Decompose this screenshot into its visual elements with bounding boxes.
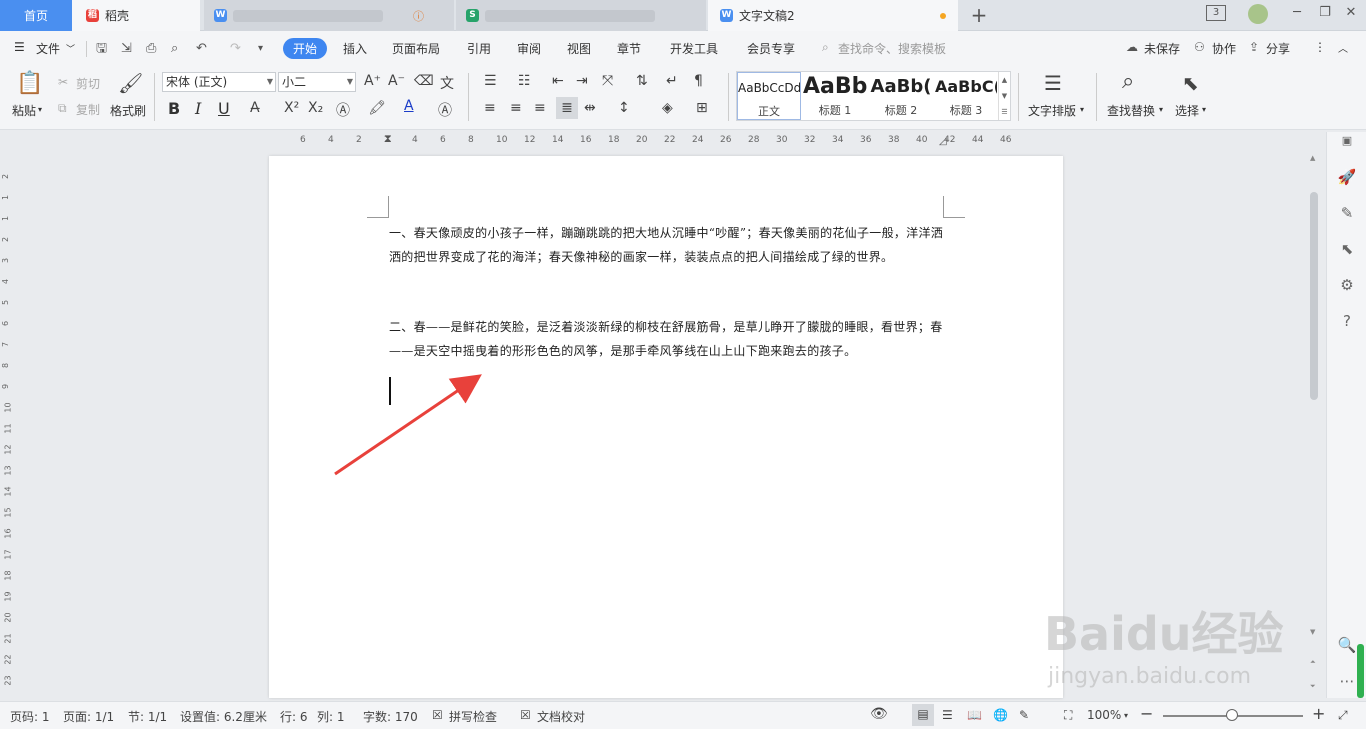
more-horizontal-icon[interactable]: ⋯ — [1337, 672, 1357, 690]
zoom-out-button[interactable]: − — [1140, 704, 1153, 723]
status-page-code[interactable]: 页码: 1 — [10, 708, 50, 725]
help-icon[interactable]: ? — [1337, 312, 1357, 330]
vertical-scrollbar[interactable]: ▲ ▼ ⏶ ⏷ — [1307, 152, 1321, 698]
status-section[interactable]: 节: 1/1 — [128, 708, 167, 725]
page-view-icon[interactable]: ▤ — [912, 704, 934, 726]
prev-page-icon[interactable]: ⏶ — [1310, 658, 1316, 667]
zoom-in-button[interactable]: + — [1312, 704, 1325, 723]
status-col[interactable]: 列: 1 — [317, 708, 345, 725]
scrollbar-thumb[interactable] — [1310, 192, 1318, 400]
right-sidebar: ▣ 🚀 ✎ ⬉ ⚙ ? 🔍 ⋯ — [1326, 132, 1366, 698]
zoom-dropdown-icon[interactable]: ▾ — [1124, 711, 1128, 720]
zoom-slider-knob[interactable] — [1226, 709, 1238, 721]
write-view-icon[interactable]: ✎ — [1019, 708, 1029, 722]
scroll-up-icon[interactable]: ▲ — [1310, 154, 1315, 162]
doc-search-icon[interactable]: 🔍 — [1337, 636, 1357, 654]
proofread-icon: ☒ — [520, 708, 531, 722]
eye-protection-icon[interactable]: 👁 — [870, 706, 888, 722]
rocket-icon[interactable]: 🚀 — [1337, 168, 1357, 186]
reading-view-icon[interactable]: 📖 — [967, 708, 982, 722]
next-page-icon[interactable]: ⏷ — [1310, 682, 1316, 691]
fullscreen-icon[interactable]: ⤢ — [1338, 708, 1348, 723]
fit-page-icon[interactable]: ⛶ — [1064, 708, 1072, 723]
pen-icon[interactable]: ✎ — [1337, 204, 1357, 222]
status-page[interactable]: 页面: 1/1 — [63, 708, 114, 725]
status-setting[interactable]: 设置值: 6.2厘米 — [180, 708, 267, 725]
zoom-level[interactable]: 100% — [1087, 708, 1121, 722]
status-row[interactable]: 行: 6 — [280, 708, 308, 725]
progress-indicator — [1357, 644, 1364, 698]
doc-proof-button[interactable]: 文档校对 — [537, 708, 585, 725]
status-bar: 页码: 1 页面: 1/1 节: 1/1 设置值: 6.2厘米 行: 6 列: … — [0, 701, 1366, 729]
status-word-count[interactable]: 字数: 170 — [363, 708, 418, 725]
settings-sliders-icon[interactable]: ⚙ — [1337, 276, 1357, 294]
web-view-icon[interactable]: 🌐 — [993, 708, 1008, 722]
sidebar-toggle-icon[interactable]: ▣ — [1337, 134, 1357, 147]
spell-check-button[interactable]: 拼写检查 — [449, 708, 497, 725]
pointer-icon[interactable]: ⬉ — [1337, 240, 1357, 258]
outline-view-icon[interactable]: ☰ — [942, 708, 953, 722]
spell-check-icon: ☒ — [432, 708, 443, 722]
annotation-arrow-icon — [334, 374, 482, 476]
scroll-down-icon[interactable]: ▼ — [1310, 628, 1315, 636]
